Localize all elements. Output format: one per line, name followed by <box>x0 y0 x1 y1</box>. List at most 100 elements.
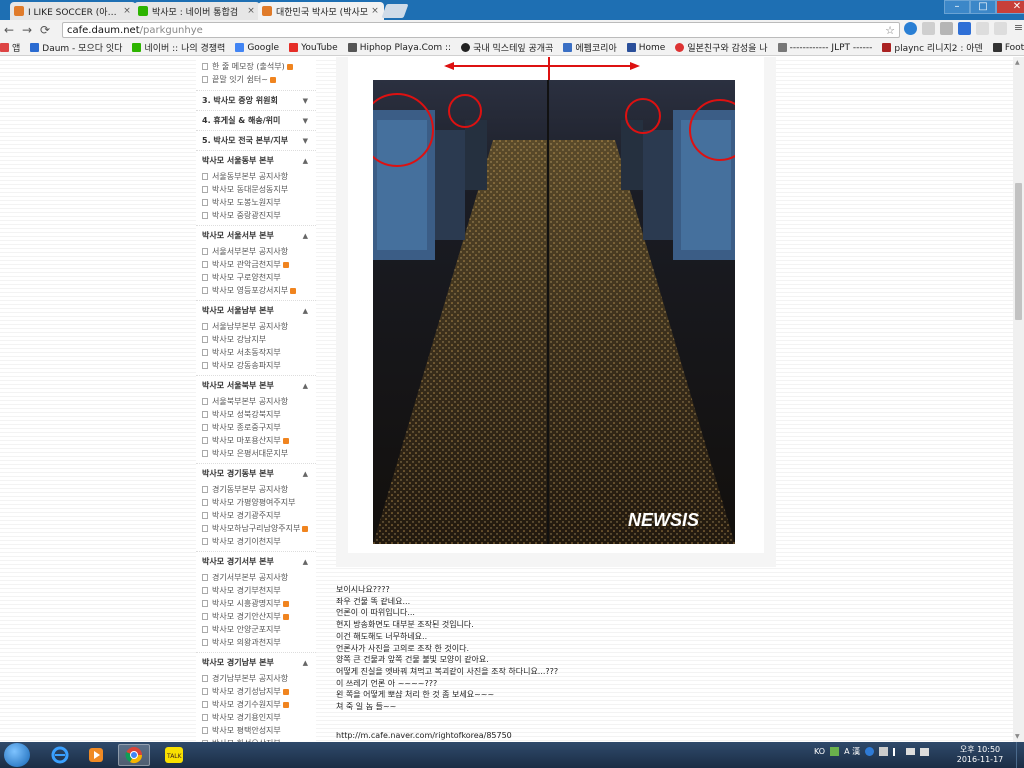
sidebar-board-item[interactable]: 박사모 도봉노원지부 <box>196 196 316 209</box>
sidebar-board-item[interactable]: 경기동부본부 공지사항 <box>196 483 316 496</box>
sidebar-board-item[interactable]: 경기남부본부 공지사항 <box>196 672 316 685</box>
minimize-button[interactable]: – <box>944 0 970 14</box>
sidebar-board-item[interactable]: 박사모 경기안산지부 <box>196 610 316 623</box>
sidebar-board-item[interactable]: 박사모 강동송파지부 <box>196 359 316 372</box>
kakaotalk-icon[interactable]: TALK <box>158 744 190 766</box>
bookmark-japanese-friend[interactable]: 일본친구와 감성을 나 <box>675 41 768 54</box>
address-bar[interactable]: cafe.daum.net/parkgunhye ☆ <box>62 22 900 38</box>
volume-icon[interactable] <box>920 747 930 756</box>
sidebar-board-item[interactable]: 서울서부본부 공지사항 <box>196 245 316 258</box>
extension-download-icon[interactable] <box>958 22 971 35</box>
settings-icon[interactable] <box>879 747 889 756</box>
sidebar-item-memo[interactable]: 한 줄 메모장 (출석부) <box>196 60 316 73</box>
system-clock[interactable]: 오후 10:50 2016-11-17 <box>950 745 1010 765</box>
sidebar-board-item[interactable]: 박사모 영등포강서지부 <box>196 284 316 297</box>
sidebar-board-item[interactable]: 박사모 경기이천지부 <box>196 535 316 548</box>
sidebar-board-item[interactable]: 박사모 경기수원지부 <box>196 698 316 711</box>
page-scrollbar[interactable]: ▲ ▼ <box>1013 57 1024 742</box>
sidebar-section-header[interactable]: 박사모 경기동부 본부 ▲ <box>196 463 316 483</box>
post-source-link[interactable]: http://m.cafe.naver.com/rightofkorea/857… <box>336 731 512 740</box>
sidebar-board-item[interactable]: 박사모 경기용인지부 <box>196 711 316 724</box>
sidebar-section-header[interactable]: 박사모 경기서부 본부 ▲ <box>196 551 316 571</box>
sidebar-board-item[interactable]: 박사모 안양군포지부 <box>196 623 316 636</box>
sidebar-board-item[interactable]: 박사모 관악금천지부 <box>196 258 316 271</box>
sidebar-section-central-committee[interactable]: 3. 박사모 중앙 위원회 ▼ <box>196 90 316 110</box>
bookmark-mixtape[interactable]: 국내 믹스테잎 공개곡 <box>461 41 553 54</box>
sidebar-section-lounge[interactable]: 4. 휴게실 & 해송/위미 ▼ <box>196 110 316 130</box>
sidebar-board-item[interactable]: 박사모 강남지부 <box>196 333 316 346</box>
bookmark-star-icon[interactable]: ☆ <box>885 24 895 37</box>
sidebar-section-header[interactable]: 박사모 서울남부 본부 ▲ <box>196 300 316 320</box>
chrome-icon[interactable] <box>118 744 150 766</box>
network-icon[interactable] <box>906 748 916 755</box>
sidebar-section-header[interactable]: 박사모 서울북부 본부 ▲ <box>196 375 316 395</box>
scrollbar-thumb[interactable] <box>1015 183 1022 320</box>
bookmark-daum[interactable]: Daum - 모으다 잇다 <box>30 41 122 54</box>
sidebar-board-item[interactable]: 박사모 구로양천지부 <box>196 271 316 284</box>
reload-button[interactable]: ⟳ <box>36 23 54 37</box>
sidebar-board-item[interactable]: 박사모 성북강북지부 <box>196 408 316 421</box>
sidebar-board-item[interactable]: 박사모 동대문성동지부 <box>196 183 316 196</box>
show-desktop-button[interactable] <box>1016 742 1024 768</box>
sidebar-board-item[interactable]: 박사모 경기부천지부 <box>196 584 316 597</box>
media-player-icon[interactable] <box>80 744 112 766</box>
extension-translate-icon[interactable] <box>940 22 953 35</box>
sidebar-item-word-chain[interactable]: 끝말 잇기 쉼터~ <box>196 73 316 86</box>
sidebar-board-item[interactable]: 박사모 서초동작지부 <box>196 346 316 359</box>
language-indicator[interactable]: KO <box>814 747 825 756</box>
tab-close-icon[interactable]: × <box>122 6 132 16</box>
bookmark-jlpt[interactable]: ------------ JLPT ------ <box>777 43 872 53</box>
start-button[interactable] <box>4 743 30 767</box>
sidebar-board-item[interactable]: 박사모 경기광주지부 <box>196 509 316 522</box>
extension-mail-icon[interactable] <box>922 22 935 35</box>
sidebar-board-item[interactable]: 박사모 은평서대문지부 <box>196 447 316 460</box>
sidebar-board-item[interactable]: 박사모 가평양평여주지부 <box>196 496 316 509</box>
forward-button[interactable]: → <box>18 23 36 37</box>
sidebar-board-item[interactable]: 박사모 평택안성지부 <box>196 724 316 737</box>
action-center-flag-icon[interactable] <box>893 747 901 756</box>
sidebar-section-header[interactable]: 박사모 서울서부 본부 ▲ <box>196 225 316 245</box>
sidebar-board-item[interactable]: 박사모하남구리남양주지부 <box>196 522 316 535</box>
new-tab-button[interactable] <box>381 4 409 18</box>
scroll-down-icon[interactable]: ▼ <box>1015 733 1020 740</box>
maximize-button[interactable]: □ <box>970 0 996 14</box>
security-shield-icon[interactable] <box>830 747 840 756</box>
extension-box-icon[interactable] <box>994 22 1007 35</box>
bookmark-hiphop-playa[interactable]: Hiphop Playa.Com :: <box>347 43 451 53</box>
back-button[interactable]: ← <box>0 23 18 37</box>
scroll-up-icon[interactable]: ▲ <box>1015 59 1020 66</box>
bookmark-football-stats[interactable]: Football Statistics | F <box>992 43 1024 53</box>
sidebar-board-item[interactable]: 박사모 경기성남지부 <box>196 685 316 698</box>
sidebar-section-header[interactable]: 박사모 경기남부 본부 ▲ <box>196 652 316 672</box>
tab-naver-search[interactable]: 박사모 : 네이버 통합검 × <box>134 2 260 20</box>
tab-close-icon[interactable]: × <box>246 6 256 16</box>
sidebar-board-item[interactable]: 박사모 종로중구지부 <box>196 421 316 434</box>
ime-indicator[interactable]: A 漢 <box>844 746 860 757</box>
bookmark-apps[interactable]: 앱 <box>0 41 20 54</box>
sidebar-board-item[interactable]: 서울남부본부 공지사항 <box>196 320 316 333</box>
sidebar-board-item[interactable]: 박사모 의왕과천지부 <box>196 636 316 649</box>
close-window-button[interactable]: ✕ <box>996 0 1024 14</box>
bookmark-home[interactable]: Home <box>626 43 665 53</box>
sidebar-section-national-branches[interactable]: 5. 박사모 전국 본부/지부 ▼ <box>196 130 316 150</box>
bookmark-naver[interactable]: 네이버 :: 나의 경쟁력 <box>132 41 225 54</box>
bookmark-fmkorea[interactable]: 에펨코리아 <box>563 41 617 54</box>
help-icon[interactable] <box>865 747 875 756</box>
sidebar-board-item[interactable]: 박사모 중랑광진지부 <box>196 209 316 222</box>
internet-explorer-icon[interactable] <box>44 744 76 766</box>
sidebar-board-item[interactable]: 경기서부본부 공지사항 <box>196 571 316 584</box>
bookmark-google[interactable]: Google <box>235 43 279 53</box>
tab-parkgunhye-cafe[interactable]: 대한민국 박사모 (박사모 × <box>258 2 384 20</box>
extension-puzzle-icon[interactable] <box>976 22 989 35</box>
sidebar-board-item[interactable]: 서울동부본부 공지사항 <box>196 170 316 183</box>
bookmark-youtube[interactable]: YouTube <box>289 43 338 53</box>
sidebar-board-item[interactable]: 박사모 시흥광명지부 <box>196 597 316 610</box>
extension-globe-icon[interactable] <box>904 22 917 35</box>
sidebar-board-item[interactable]: 박사모 마포용산지부 <box>196 434 316 447</box>
tab-close-icon[interactable]: × <box>370 6 380 16</box>
sidebar-section-header[interactable]: 박사모 서울동부 본부 ▲ <box>196 150 316 170</box>
tab-i-like-soccer[interactable]: I LIKE SOCCER (아이라이 × <box>10 2 136 20</box>
sidebar-board-item[interactable]: 서울북부본부 공지사항 <box>196 395 316 408</box>
bookmark-plaync[interactable]: plaync 리니지2 : 아덴 <box>882 41 983 54</box>
menu-icon[interactable]: ≡ <box>1012 22 1024 35</box>
